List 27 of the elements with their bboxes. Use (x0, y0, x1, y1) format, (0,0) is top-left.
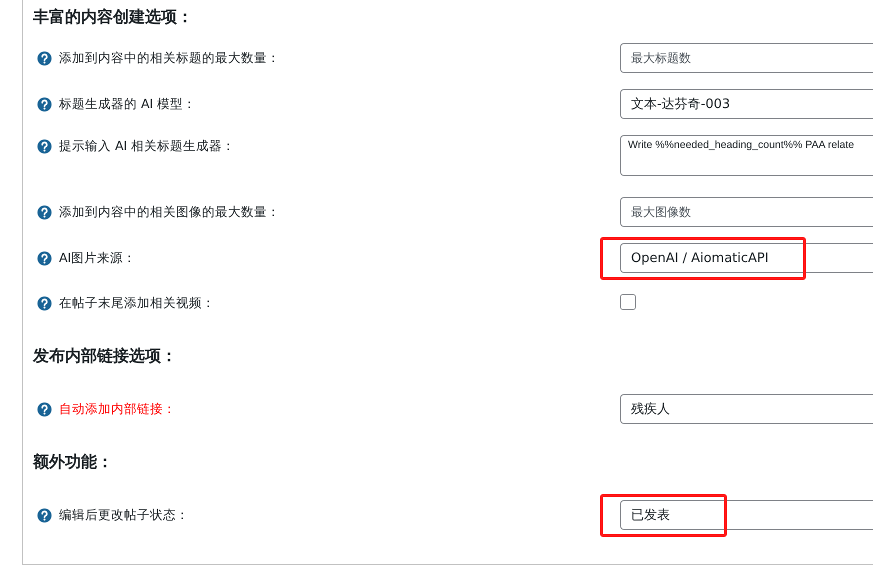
help-icon[interactable] (37, 250, 52, 266)
text-field[interactable]: 残疾人 (620, 394, 873, 424)
text-field[interactable]: 文本-达芬奇-003 (620, 89, 873, 119)
help-icon[interactable] (37, 96, 52, 112)
prompt-field[interactable]: Write %%needed_heading_count%% PAA relate (620, 135, 873, 176)
field-label: AI图片来源： (59, 250, 136, 266)
text-field[interactable]: 已发表 (620, 500, 873, 530)
help-icon[interactable] (37, 296, 52, 311)
field-label: 标题生成器的 AI 模型： (59, 96, 196, 112)
field-label: 编辑后更改帖子状态： (59, 506, 189, 524)
field-label: 添加到内容中的相关标题的最大数量： (59, 50, 280, 66)
field-label: 在帖子末尾添加相关视频： (59, 295, 215, 312)
help-icon[interactable] (37, 50, 52, 66)
text-field[interactable]: OpenAI / AiomaticAPI (620, 243, 873, 273)
section-heading: 额外功能： (33, 450, 114, 472)
help-icon[interactable] (37, 139, 52, 154)
text-field[interactable]: 最大标题数 (620, 43, 873, 73)
help-icon[interactable] (37, 402, 52, 416)
text-field[interactable]: 最大图像数 (620, 197, 873, 227)
field-label: 添加到内容中的相关图像的最大数量： (59, 204, 280, 220)
section-heading: 丰富的内容创建选项： (33, 6, 194, 28)
help-icon[interactable] (37, 204, 52, 220)
field-label: 提示输入 AI 相关标题生成器： (59, 138, 236, 155)
help-icon[interactable] (37, 508, 52, 522)
section-heading: 发布内部链接选项： (33, 344, 178, 366)
checkbox[interactable] (620, 294, 636, 310)
field-label: 自动添加内部链接： (59, 400, 176, 418)
